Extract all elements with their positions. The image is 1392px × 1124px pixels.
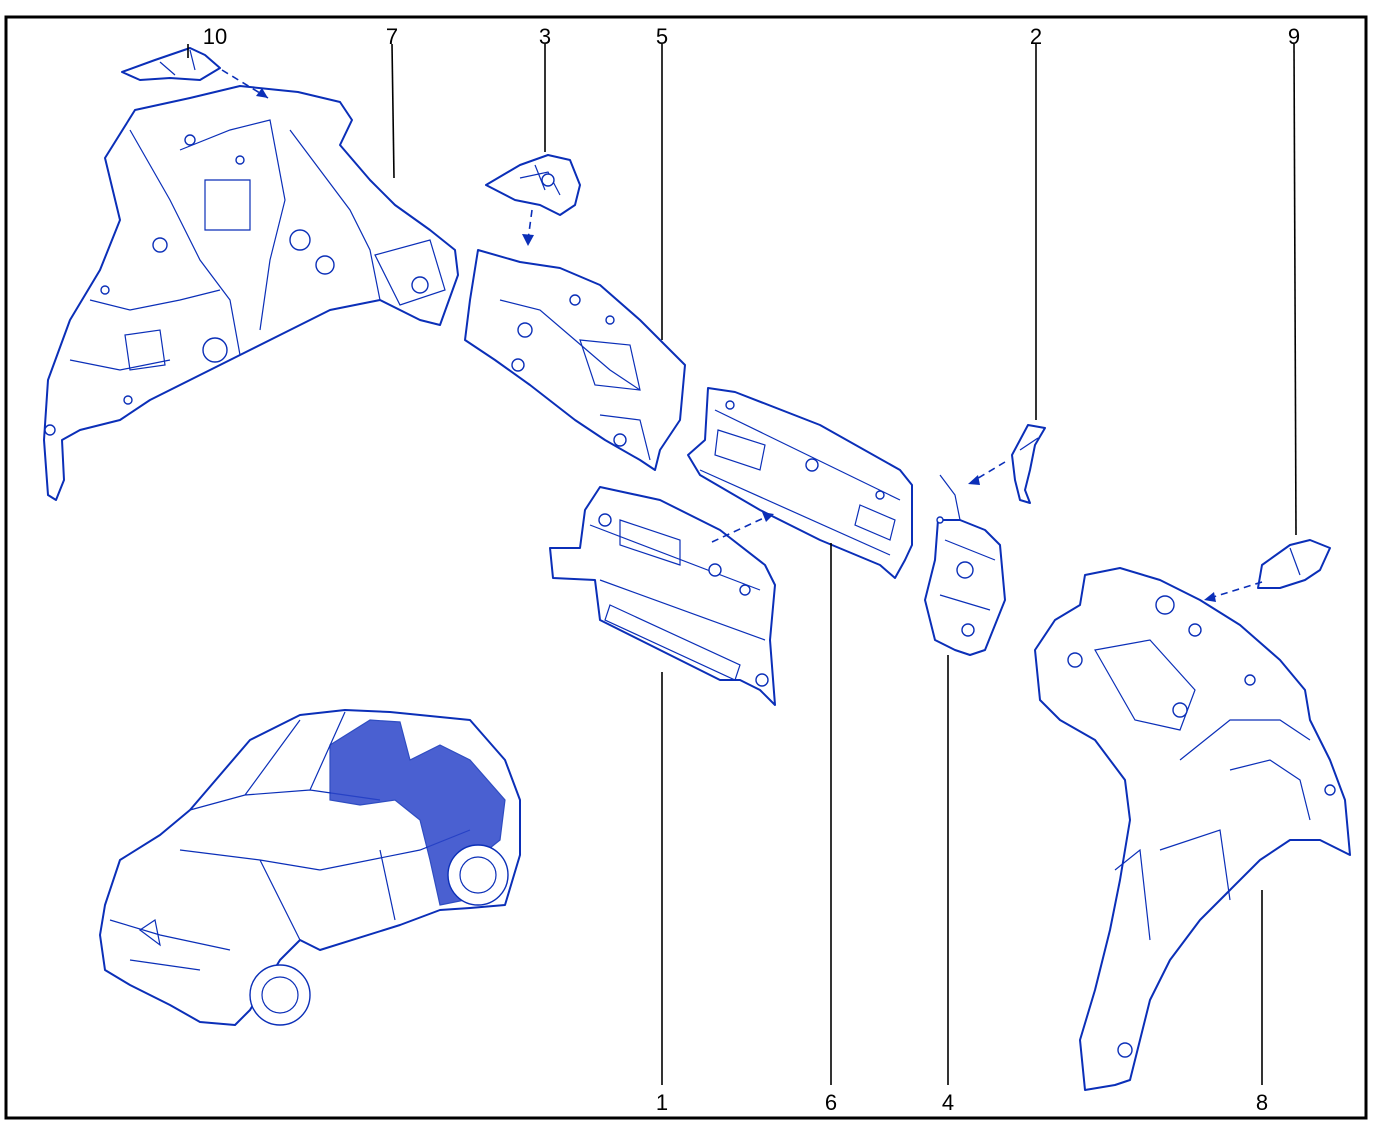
leader-9 xyxy=(1293,43,1297,536)
callout-8: 8 xyxy=(1256,1090,1268,1115)
callout-7: 7 xyxy=(386,24,398,49)
callout-3: 3 xyxy=(539,24,551,49)
part-10-bracket xyxy=(121,47,221,81)
callout-4: 4 xyxy=(942,1090,954,1115)
part-5-quarter-inner-panel xyxy=(464,249,686,471)
part-8-right-wheelarch-panel xyxy=(1034,567,1351,1091)
callout-1: 1 xyxy=(656,1090,668,1115)
callout-9: 9 xyxy=(1288,24,1300,49)
assembly-arrow-2 xyxy=(974,461,1006,481)
part-9-bracket xyxy=(1257,539,1331,589)
part-2-bracket xyxy=(1011,424,1046,504)
assembly-arrow-9 xyxy=(1209,581,1263,599)
part-7-left-wheelarch-panel xyxy=(43,85,459,501)
exploded-parts-diagram: 10 7 3 5 2 9 1 6 4 8 xyxy=(4,15,1368,1120)
callout-5: 5 xyxy=(656,24,668,49)
vehicle-reference-illustration xyxy=(99,709,521,1026)
part-3-gusset xyxy=(485,154,581,216)
leader-7 xyxy=(391,43,395,179)
part-4-pillar-panel xyxy=(924,474,1006,656)
callout-2: 2 xyxy=(1030,24,1042,49)
callout-10: 10 xyxy=(203,24,227,49)
callout-6: 6 xyxy=(825,1090,837,1115)
